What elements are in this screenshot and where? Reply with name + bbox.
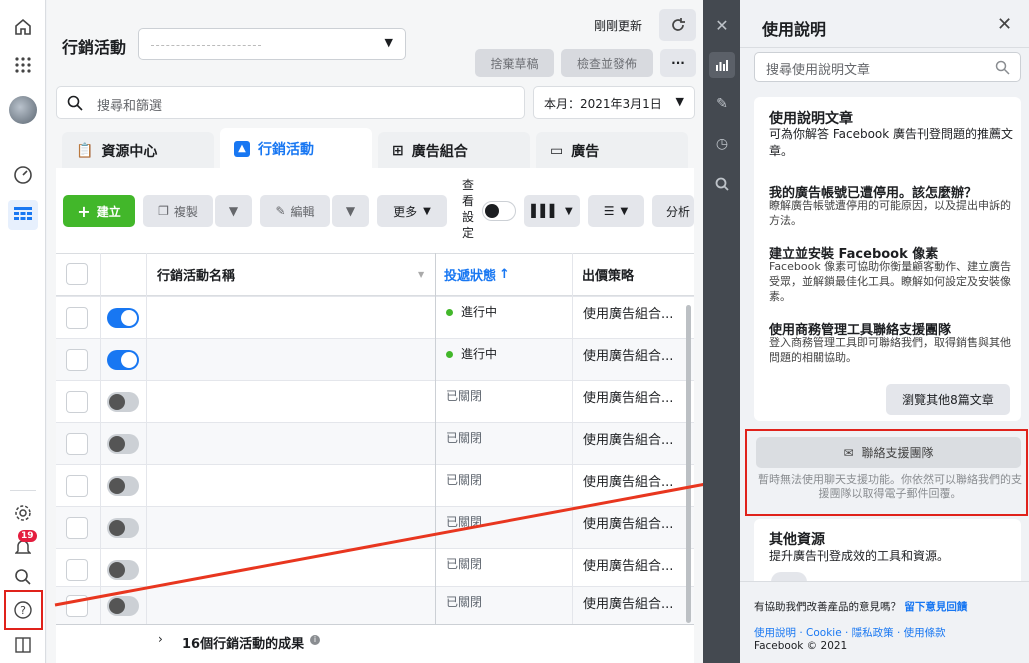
help-search-placeholder: 搜尋使用說明文章 bbox=[766, 63, 871, 78]
help-title: 使用說明 bbox=[762, 20, 827, 39]
browse-more-articles-button[interactable]: 瀏覽其他8篇文章 bbox=[886, 384, 1010, 415]
article-description: 登入商務管理工具即可聯絡我們，取得銷售與其他問題的相關協助。 bbox=[769, 336, 1011, 364]
contact-support-button[interactable]: ✉ 聯絡支援團隊 bbox=[756, 437, 1021, 468]
pencil-icon[interactable]: ✎ bbox=[709, 91, 735, 117]
articles-subtitle: 可為你解答 Facebook 廣告刊登問題的推薦文章。 bbox=[769, 127, 1014, 158]
help-search-input[interactable]: 搜尋使用說明文章 bbox=[754, 52, 1021, 82]
copyright: Facebook © 2021 bbox=[754, 640, 848, 652]
other-resources-subtitle: 提升廣告刊登成效的工具和資源。 bbox=[769, 549, 950, 563]
search-icon bbox=[995, 60, 1010, 75]
search-detail-icon[interactable] bbox=[709, 171, 735, 197]
close-icon[interactable]: ✕ bbox=[709, 12, 735, 38]
articles-title: 使用說明文章 bbox=[769, 111, 853, 127]
other-resources-title: 其他資源 bbox=[769, 532, 825, 548]
article-description: 瞭解廣告帳號遭停用的可能原因，以及提出申訴的方法。 bbox=[769, 199, 1011, 227]
feedback-prompt: 有協助我們改善產品的意見嗎？ 留下意見回饋 bbox=[754, 601, 968, 613]
article-description: Facebook 像素可協助你衡量顧客動作、建立廣告受眾，並解鎖最佳化工具。瞭解… bbox=[769, 260, 1012, 303]
envelope-icon: ✉ bbox=[843, 445, 854, 460]
footer-links[interactable]: 使用說明 · Cookie · 隱私政策 · 使用條款 bbox=[754, 625, 946, 640]
chart-icon[interactable] bbox=[709, 52, 735, 78]
contact-unavailable-note: 暫時無法使用聊天支援功能。你依然可以聯絡我們的支援團隊以取得電子郵件回覆。 bbox=[758, 473, 1022, 500]
close-help-icon[interactable]: ✕ bbox=[997, 14, 1012, 35]
feedback-link[interactable]: 留下意見回饋 bbox=[904, 601, 967, 613]
clock-icon[interactable]: ◷ bbox=[709, 131, 735, 157]
